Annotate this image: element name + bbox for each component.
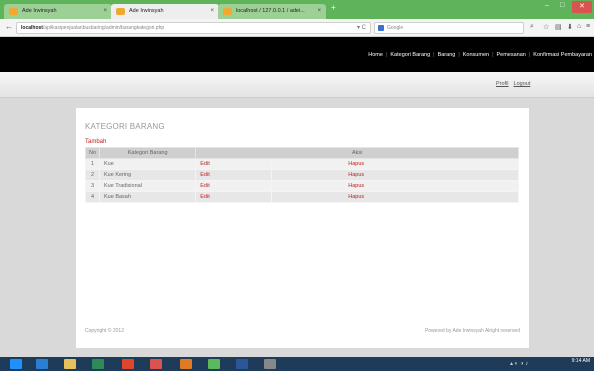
delete-link[interactable]: Hapus: [271, 191, 519, 203]
powered-by-text: Powered by Ade Irwinsyah Alright reserve…: [424, 328, 520, 334]
column-header-aksi: Aksi: [195, 147, 519, 159]
browser-tab-1[interactable]: Ade Irwinsyah ×: [4, 4, 112, 19]
taskbar-clock[interactable]: 9:14 AM: [572, 359, 590, 364]
reading-list-icon[interactable]: ▤: [555, 23, 562, 31]
search-box[interactable]: Google: [374, 22, 524, 34]
delete-link[interactable]: Hapus: [271, 169, 519, 181]
delete-link[interactable]: Hapus: [271, 180, 519, 192]
row-number: 4: [85, 191, 100, 203]
table-header-row: No Kategori Barang Aksi: [85, 147, 519, 159]
browser-navbar: ← localhost/aplikasipenjualanbusbaring/a…: [0, 19, 594, 37]
page-title: KATEGORI BARANG: [85, 122, 165, 131]
edit-link[interactable]: Edit: [195, 180, 273, 192]
download-icon[interactable]: ⬇: [567, 23, 573, 31]
category-name: Kue Tradisional: [98, 180, 197, 192]
category-name: Kue: [98, 158, 197, 170]
site-header: Home | Kategori Barang | Barang | Konsumen | Pem…: [0, 37, 594, 72]
back-arrow-icon[interactable]: ←: [5, 22, 13, 31]
clock-time: 9:14 AM: [571, 358, 590, 364]
edit-link[interactable]: Edit: [195, 169, 273, 181]
tab-label: Ade Irwinsyah: [22, 8, 57, 14]
delete-link[interactable]: Hapus: [271, 158, 519, 170]
search-placeholder: Google: [387, 25, 404, 31]
table-row: 2 Kue Kering Edit Hapus: [85, 169, 519, 181]
app-icon-4[interactable]: [264, 359, 276, 369]
chrome-icon[interactable]: [122, 359, 134, 369]
favicon-icon: [9, 8, 18, 15]
start-icon[interactable]: [10, 359, 22, 369]
logout-link[interactable]: Logout: [514, 81, 531, 87]
edit-link[interactable]: Edit: [195, 158, 273, 170]
table-row: 3 Kue Tradisional Edit Hapus: [85, 180, 519, 192]
row-number: 1: [85, 158, 100, 170]
column-header-kategori: Kategori Barang: [98, 147, 197, 159]
close-window-button[interactable]: ✕: [572, 1, 592, 13]
browser-titlebar: Ade Irwinsyah × Ade Irwinsyah × localhos…: [0, 0, 594, 19]
word-icon[interactable]: [236, 359, 248, 369]
windows-taskbar: ▴ ◐ ◑ ♪ 9:14 AM: [0, 357, 594, 371]
category-name: Kue Kering: [98, 169, 197, 181]
menu-item-kategori-barang[interactable]: Kategori Barang: [390, 52, 430, 58]
close-tab-icon[interactable]: ×: [317, 4, 321, 19]
home-icon[interactable]: ⌂: [577, 23, 581, 30]
explorer-icon[interactable]: [64, 359, 76, 369]
new-tab-button[interactable]: +: [331, 3, 336, 12]
url-path: /aplikasipenjualanbusbaring/admin/barang…: [42, 25, 165, 31]
menu-item-home[interactable]: Home: [368, 52, 383, 58]
browser-tab-2[interactable]: Ade Irwinsyah ×: [111, 4, 219, 19]
column-header-no: No: [85, 147, 100, 159]
favicon-icon: [116, 8, 125, 15]
maximize-button[interactable]: □: [560, 2, 564, 9]
search-icon[interactable]: ⌕: [530, 23, 534, 31]
tab-label: localhost / 127.0.0.1 / adei...: [236, 8, 305, 14]
user-links: Profil Logout: [496, 81, 535, 87]
close-tab-icon[interactable]: ×: [210, 4, 214, 19]
google-icon: [378, 25, 384, 31]
firefox-icon[interactable]: [180, 359, 192, 369]
table-row: 1 Kue Edit Hapus: [85, 158, 519, 170]
main-menu: Home | Kategori Barang | Barang | Konsumen | Pem…: [368, 52, 592, 58]
app-icon-3[interactable]: [208, 359, 220, 369]
menu-item-pemesanan[interactable]: Pemesanan: [497, 52, 526, 58]
edit-link[interactable]: Edit: [195, 191, 273, 203]
copyright-text: Copyright © 2012: [85, 328, 124, 334]
table-row: 4 Kue Basah Edit Hapus: [85, 191, 519, 203]
bookmark-star-icon[interactable]: ☆: [543, 23, 549, 31]
minimize-button[interactable]: –: [545, 2, 549, 9]
app-icon[interactable]: [92, 359, 104, 369]
menu-icon[interactable]: ≡: [586, 23, 590, 30]
reload-icon[interactable]: ▾ C: [357, 24, 366, 31]
menu-item-barang[interactable]: Barang: [438, 52, 456, 58]
app-icon-2[interactable]: [150, 359, 162, 369]
system-tray-icons[interactable]: ▴ ◐ ◑ ♪: [510, 360, 528, 367]
row-number: 2: [85, 169, 100, 181]
favicon-icon: [223, 8, 232, 15]
tab-label: Ade Irwinsyah: [129, 8, 164, 14]
browser-tab-3[interactable]: localhost / 127.0.0.1 / adei... ×: [218, 4, 326, 19]
category-name: Kue Basah: [98, 191, 197, 203]
address-bar[interactable]: localhost/aplikasipenjualanbusbaring/adm…: [16, 22, 371, 34]
profile-link[interactable]: Profil: [496, 81, 509, 87]
ie-icon[interactable]: [36, 359, 48, 369]
close-tab-icon[interactable]: ×: [103, 4, 107, 19]
add-category-link[interactable]: Tambah: [85, 139, 106, 145]
menu-item-konfirmasi-pembayaran[interactable]: Konfirmasi Pembayaran: [533, 52, 592, 58]
row-number: 3: [85, 180, 100, 192]
content-card: KATEGORI BARANG Tambah No Kategori Baran…: [76, 108, 529, 348]
category-table: No Kategori Barang Aksi 1 Kue Edit Hapus…: [85, 147, 519, 203]
url-host: localhost: [21, 25, 43, 31]
menu-item-konsumen[interactable]: Konsumen: [463, 52, 489, 58]
